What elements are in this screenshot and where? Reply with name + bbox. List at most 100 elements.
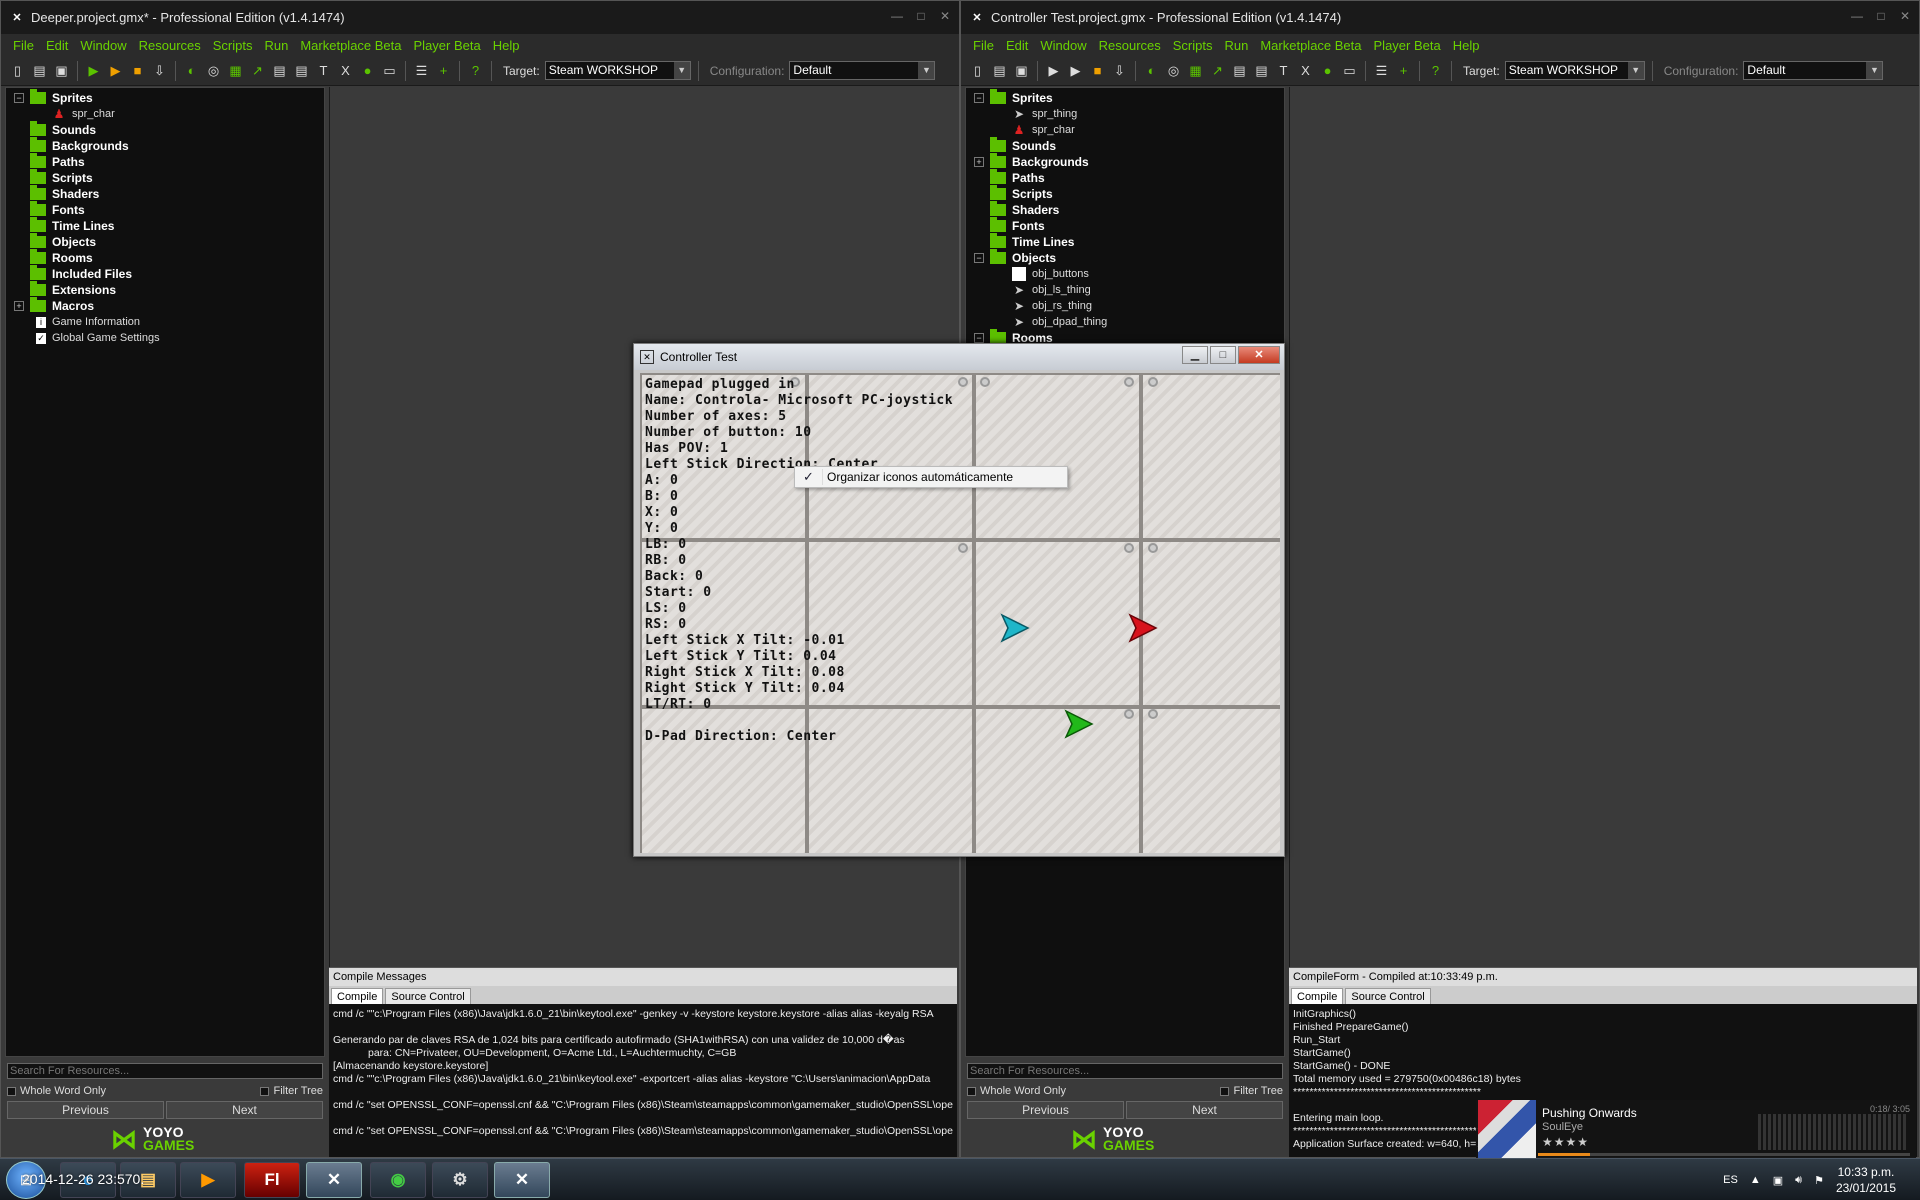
taskbar-media-player[interactable]: ▶ bbox=[180, 1162, 236, 1198]
tree-item-spr-char[interactable]: ♟ spr_char bbox=[966, 122, 1284, 138]
tree-folder-sprites[interactable]: − Sprites bbox=[966, 89, 1284, 106]
taskbar-chrome[interactable]: ◉ bbox=[370, 1162, 426, 1198]
sound-icon[interactable]: ◎ bbox=[205, 62, 222, 79]
timeline-icon[interactable]: X bbox=[337, 62, 354, 79]
tree-folder-objects[interactable]: Objects bbox=[6, 233, 324, 250]
path-icon[interactable]: ↗ bbox=[249, 62, 266, 79]
volume-icon[interactable]: 🔊︎ bbox=[1795, 1174, 1802, 1187]
build-icon[interactable]: ⇩ bbox=[1111, 62, 1128, 79]
tree-global-game-settings[interactable]: ✓ Global Game Settings bbox=[6, 330, 324, 346]
collapse-icon[interactable]: − bbox=[974, 253, 984, 263]
taskbar-gamemaker-2[interactable]: ✕ bbox=[494, 1162, 550, 1198]
menu-file[interactable]: File bbox=[973, 38, 994, 53]
tab-source-control[interactable]: Source Control bbox=[1345, 988, 1431, 1004]
tree-folder-objects[interactable]: − Objects bbox=[966, 249, 1284, 266]
debug-icon[interactable]: ▶ bbox=[107, 62, 124, 79]
object-icon[interactable]: ● bbox=[1319, 62, 1336, 79]
configuration-select[interactable]: Default ▼ bbox=[1743, 61, 1884, 80]
collapse-icon[interactable]: − bbox=[974, 93, 984, 103]
tree-folder-time-lines[interactable]: Time Lines bbox=[6, 217, 324, 234]
minimize-icon[interactable]: — bbox=[887, 7, 907, 25]
object-icon[interactable]: ● bbox=[359, 62, 376, 79]
settings-icon[interactable]: ☰ bbox=[413, 62, 430, 79]
tree-item-spr-thing[interactable]: ➤ spr_thing bbox=[966, 106, 1284, 122]
maximize-icon[interactable]: □ bbox=[911, 7, 931, 25]
sound-icon[interactable]: ◎ bbox=[1165, 62, 1182, 79]
stop-icon[interactable]: ■ bbox=[129, 62, 146, 79]
tree-folder-included-files[interactable]: Included Files bbox=[6, 265, 324, 282]
target-select[interactable]: Steam WORKSHOP ▼ bbox=[544, 61, 691, 80]
tree-folder-fonts[interactable]: Fonts bbox=[966, 217, 1284, 234]
collapse-icon[interactable]: − bbox=[14, 93, 24, 103]
menu-edit[interactable]: Edit bbox=[1006, 38, 1028, 53]
menu-help[interactable]: Help bbox=[1453, 38, 1480, 53]
tree-folder-fonts[interactable]: Fonts bbox=[6, 201, 324, 218]
menu-window[interactable]: Window bbox=[1040, 38, 1086, 53]
language-indicator[interactable]: ES bbox=[1723, 1174, 1738, 1186]
new-icon[interactable]: ▯ bbox=[969, 62, 986, 79]
menu-player[interactable]: Player Beta bbox=[414, 38, 481, 53]
tree-folder-sprites[interactable]: − Sprites bbox=[6, 89, 324, 106]
menu-edit[interactable]: Edit bbox=[46, 38, 68, 53]
tree-folder-rooms[interactable]: Rooms bbox=[6, 249, 324, 266]
save-icon[interactable]: ▣ bbox=[1013, 62, 1030, 79]
expand-icon[interactable]: + bbox=[14, 301, 24, 311]
script-icon[interactable]: ▤ bbox=[1231, 62, 1248, 79]
shader-icon[interactable]: ▤ bbox=[293, 62, 310, 79]
minimize-icon[interactable]: — bbox=[1847, 7, 1867, 25]
new-icon[interactable]: ▯ bbox=[9, 62, 26, 79]
help-icon[interactable]: ? bbox=[1427, 62, 1444, 79]
maximize-icon[interactable]: □ bbox=[1871, 7, 1891, 25]
close-icon[interactable]: ✕ bbox=[1895, 7, 1915, 25]
filter-tree-checkbox[interactable]: Filter Tree bbox=[260, 1083, 323, 1099]
tree-folder-shaders[interactable]: Shaders bbox=[966, 201, 1284, 218]
network-icon[interactable]: ▣ bbox=[1773, 1174, 1783, 1187]
tree-folder-time-lines[interactable]: Time Lines bbox=[966, 233, 1284, 250]
search-input[interactable]: Search For Resources... bbox=[967, 1063, 1283, 1079]
menu-scripts[interactable]: Scripts bbox=[213, 38, 253, 53]
menu-scripts[interactable]: Scripts bbox=[1173, 38, 1213, 53]
tree-folder-paths[interactable]: Paths bbox=[966, 169, 1284, 186]
taskbar-flash[interactable]: Fl bbox=[244, 1162, 300, 1198]
build-icon[interactable]: ⇩ bbox=[151, 62, 168, 79]
game-canvas[interactable]: Gamepad plugged in Name: Controla- Micro… bbox=[640, 373, 1280, 853]
open-icon[interactable]: ▤ bbox=[991, 62, 1008, 79]
path-icon[interactable]: ↗ bbox=[1209, 62, 1226, 79]
close-icon[interactable]: ✕ bbox=[1238, 346, 1280, 364]
menu-player[interactable]: Player Beta bbox=[1374, 38, 1441, 53]
flag-icon[interactable]: ⚑ bbox=[1814, 1174, 1824, 1187]
help-icon[interactable]: ? bbox=[467, 62, 484, 79]
context-menu-item-auto-arrange[interactable]: Organizar iconos automáticamente bbox=[827, 470, 1013, 484]
timeline-icon[interactable]: X bbox=[1297, 62, 1314, 79]
clock[interactable]: 10:33 p.m. 23/01/2015 bbox=[1836, 1164, 1896, 1196]
taskbar-steam[interactable]: ⚙ bbox=[432, 1162, 488, 1198]
collapse-icon[interactable]: − bbox=[974, 333, 984, 343]
menu-resources[interactable]: Resources bbox=[1099, 38, 1161, 53]
sprite-icon[interactable]: ◐ bbox=[1143, 62, 1160, 79]
tree-folder-backgrounds[interactable]: + Backgrounds bbox=[966, 153, 1284, 170]
tree-folder-shaders[interactable]: Shaders bbox=[6, 185, 324, 202]
tree-item-obj-ls-thing[interactable]: ➤ obj_ls_thing bbox=[966, 282, 1284, 298]
menu-run[interactable]: Run bbox=[264, 38, 288, 53]
tree-folder-backgrounds[interactable]: Backgrounds bbox=[6, 137, 324, 154]
tree-game-information[interactable]: i Game Information bbox=[6, 314, 324, 330]
search-input[interactable]: Search For Resources... bbox=[7, 1063, 323, 1079]
menu-file[interactable]: File bbox=[13, 38, 34, 53]
tree-item-obj-buttons[interactable]: obj_buttons bbox=[966, 266, 1284, 282]
tree-item-spr-char[interactable]: ♟ spr_char bbox=[6, 106, 324, 122]
settings-icon[interactable]: ☰ bbox=[1373, 62, 1390, 79]
maximize-icon[interactable]: □ bbox=[1210, 346, 1236, 364]
room-icon[interactable]: ▭ bbox=[1341, 62, 1358, 79]
configuration-select[interactable]: Default ▼ bbox=[789, 61, 936, 80]
tree-folder-sounds[interactable]: Sounds bbox=[966, 137, 1284, 154]
tree-folder-scripts[interactable]: Scripts bbox=[6, 169, 324, 186]
shader-icon[interactable]: ▤ bbox=[1253, 62, 1270, 79]
debug-icon[interactable]: ▶ bbox=[1067, 62, 1084, 79]
background-icon[interactable]: ▦ bbox=[1187, 62, 1204, 79]
tab-source-control[interactable]: Source Control bbox=[385, 988, 471, 1004]
tab-compile[interactable]: Compile bbox=[1291, 988, 1344, 1004]
menu-window[interactable]: Window bbox=[80, 38, 126, 53]
open-icon[interactable]: ▤ bbox=[31, 62, 48, 79]
menu-run[interactable]: Run bbox=[1224, 38, 1248, 53]
run-icon[interactable]: ▶ bbox=[85, 62, 102, 79]
